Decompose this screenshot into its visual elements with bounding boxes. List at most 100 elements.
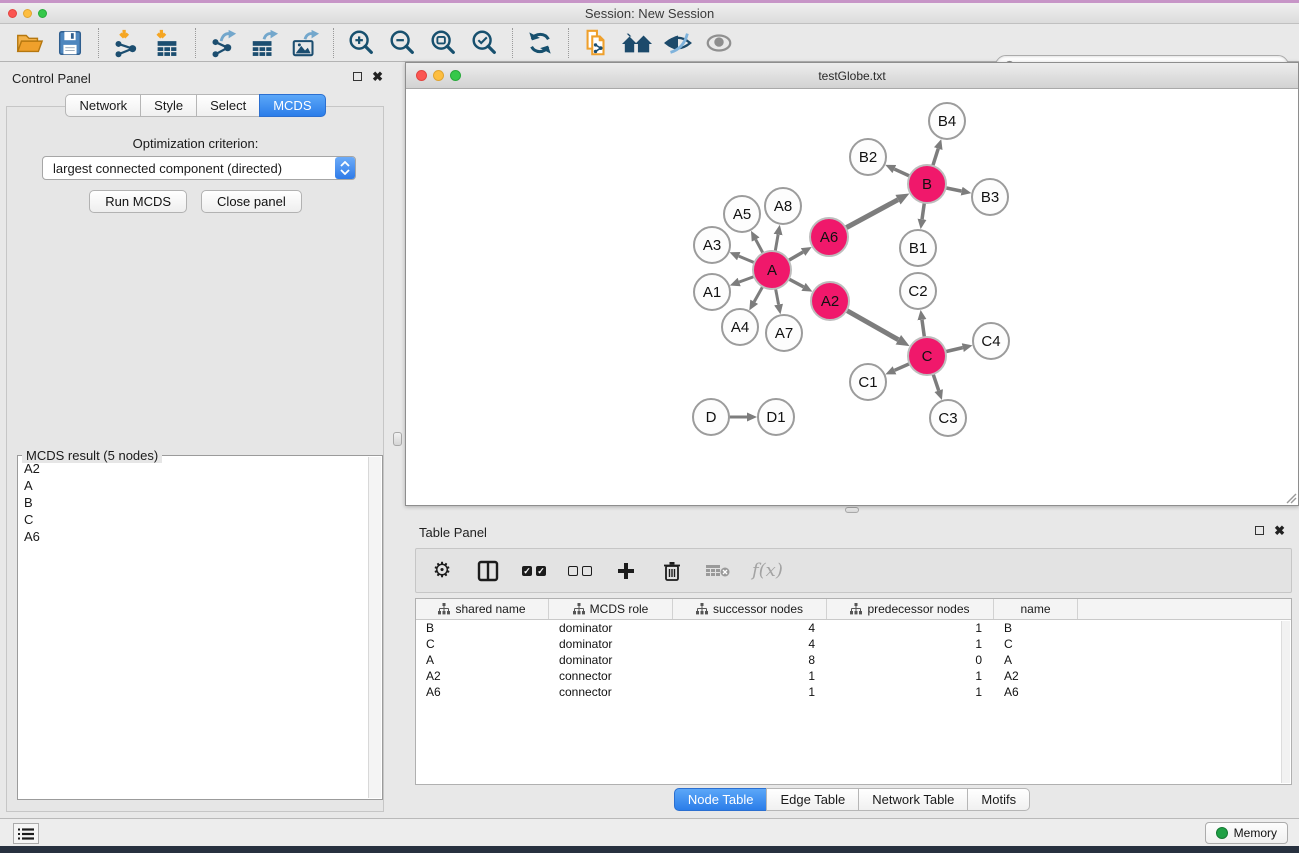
float-panel-icon[interactable] [1255, 526, 1264, 535]
node-D1[interactable]: D1 [758, 399, 794, 435]
table-cell[interactable]: connector [549, 669, 673, 683]
node-A8[interactable]: A8 [765, 188, 801, 224]
table-cell[interactable]: A2 [994, 669, 1078, 683]
table-cell[interactable]: A [416, 653, 549, 667]
node-D[interactable]: D [693, 399, 729, 435]
table-cell[interactable]: A2 [416, 669, 549, 683]
column-header-name[interactable]: name [994, 599, 1078, 619]
network-window-titlebar[interactable]: testGlobe.txt [406, 63, 1298, 89]
table-row[interactable]: Bdominator41B [416, 620, 1291, 636]
node-C1[interactable]: C1 [850, 364, 886, 400]
table-cell[interactable]: 1 [827, 685, 994, 699]
node-C[interactable]: C [908, 337, 946, 375]
zoom-selected-icon[interactable] [467, 27, 501, 59]
node-A2[interactable]: A2 [811, 282, 849, 320]
table-cell[interactable]: dominator [549, 637, 673, 651]
export-network-icon[interactable] [206, 27, 240, 59]
tab-network[interactable]: Network [65, 94, 141, 117]
table-cell[interactable]: C [994, 637, 1078, 651]
run-mcds-button[interactable]: Run MCDS [89, 190, 187, 213]
table-cell[interactable]: 1 [827, 621, 994, 635]
node-table-scrollbar[interactable] [1281, 621, 1290, 783]
column-header-successor-nodes[interactable]: successor nodes [673, 599, 827, 619]
table-cell[interactable]: 1 [827, 669, 994, 683]
import-table-icon[interactable] [150, 27, 184, 59]
mcds-result-item[interactable]: A [19, 477, 367, 494]
table-row[interactable]: A2connector11A2 [416, 668, 1291, 684]
horizontal-split-divider[interactable] [405, 506, 1299, 515]
resize-grip-icon[interactable] [1285, 492, 1297, 504]
go-home-icon[interactable] [620, 27, 654, 59]
table-cell[interactable]: 0 [827, 653, 994, 667]
tab-edge-table[interactable]: Edge Table [766, 788, 859, 811]
delete-table-button[interactable] [706, 556, 730, 586]
table-cell[interactable]: 8 [673, 653, 827, 667]
column-header-MCDS-role[interactable]: MCDS role [549, 599, 673, 619]
tab-node-table[interactable]: Node Table [674, 788, 768, 811]
node-A4[interactable]: A4 [722, 309, 758, 345]
node-A3[interactable]: A3 [694, 227, 730, 263]
node-A6[interactable]: A6 [810, 218, 848, 256]
tab-network-table[interactable]: Network Table [858, 788, 968, 811]
mcds-result-item[interactable]: A2 [19, 460, 367, 477]
memory-button[interactable]: Memory [1205, 822, 1288, 844]
table-cell[interactable]: 4 [673, 621, 827, 635]
node-C2[interactable]: C2 [900, 273, 936, 309]
import-network-icon[interactable] [109, 27, 143, 59]
tab-style[interactable]: Style [140, 94, 197, 117]
divider-grip[interactable] [845, 507, 859, 513]
mcds-result-item[interactable]: C [19, 511, 367, 528]
table-cell[interactable]: A6 [994, 685, 1078, 699]
node-A7[interactable]: A7 [766, 315, 802, 351]
table-cell[interactable]: 4 [673, 637, 827, 651]
task-history-button[interactable] [13, 823, 39, 844]
float-panel-icon[interactable] [353, 72, 362, 81]
divider-grip[interactable] [393, 432, 402, 446]
show-all-icon[interactable] [702, 27, 736, 59]
mcds-result-item[interactable]: B [19, 494, 367, 511]
hide-selected-icon[interactable] [661, 27, 695, 59]
node-A1[interactable]: A1 [694, 274, 730, 310]
node-A5[interactable]: A5 [724, 196, 760, 232]
tab-mcds[interactable]: MCDS [259, 94, 325, 117]
criterion-select[interactable]: largest connected component (directed) [42, 156, 356, 180]
mcds-result-scrollbar[interactable] [368, 457, 381, 798]
tab-select[interactable]: Select [196, 94, 260, 117]
table-row[interactable]: A6connector11A6 [416, 684, 1291, 700]
table-cell[interactable]: B [416, 621, 549, 635]
column-header-predecessor-nodes[interactable]: predecessor nodes [827, 599, 994, 619]
close-panel-icon[interactable]: ✖ [1274, 526, 1285, 535]
add-column-button[interactable] [614, 556, 638, 586]
close-panel-button[interactable]: Close panel [201, 190, 302, 213]
zoom-in-icon[interactable] [344, 27, 378, 59]
delete-column-button[interactable] [660, 556, 684, 586]
node-B3[interactable]: B3 [972, 179, 1008, 215]
function-builder-button[interactable]: f(x) [752, 556, 783, 586]
table-cell[interactable]: A [994, 653, 1078, 667]
node-B1[interactable]: B1 [900, 230, 936, 266]
zoom-fit-icon[interactable] [426, 27, 460, 59]
export-image-icon[interactable] [288, 27, 322, 59]
deselect-all-button[interactable] [568, 556, 592, 586]
node-B4[interactable]: B4 [929, 103, 965, 139]
open-session-icon[interactable] [12, 27, 46, 59]
node-A[interactable]: A [753, 251, 791, 289]
copy-network-icon[interactable] [579, 27, 613, 59]
node-B[interactable]: B [908, 165, 946, 203]
table-cell[interactable]: connector [549, 685, 673, 699]
export-table-icon[interactable] [247, 27, 281, 59]
column-view-button[interactable] [476, 556, 500, 586]
table-cell[interactable]: C [416, 637, 549, 651]
table-cell[interactable]: A6 [416, 685, 549, 699]
column-header-shared-name[interactable]: shared name [416, 599, 549, 619]
table-row[interactable]: Cdominator41C [416, 636, 1291, 652]
table-row[interactable]: Adominator80A [416, 652, 1291, 668]
node-B2[interactable]: B2 [850, 139, 886, 175]
mcds-result-item[interactable]: A6 [19, 528, 367, 545]
select-all-button[interactable]: ✓✓ [522, 556, 546, 586]
table-settings-button[interactable]: ⚙ [430, 556, 454, 586]
node-C3[interactable]: C3 [930, 400, 966, 436]
save-session-icon[interactable] [53, 27, 87, 59]
node-C4[interactable]: C4 [973, 323, 1009, 359]
table-cell[interactable]: 1 [673, 685, 827, 699]
